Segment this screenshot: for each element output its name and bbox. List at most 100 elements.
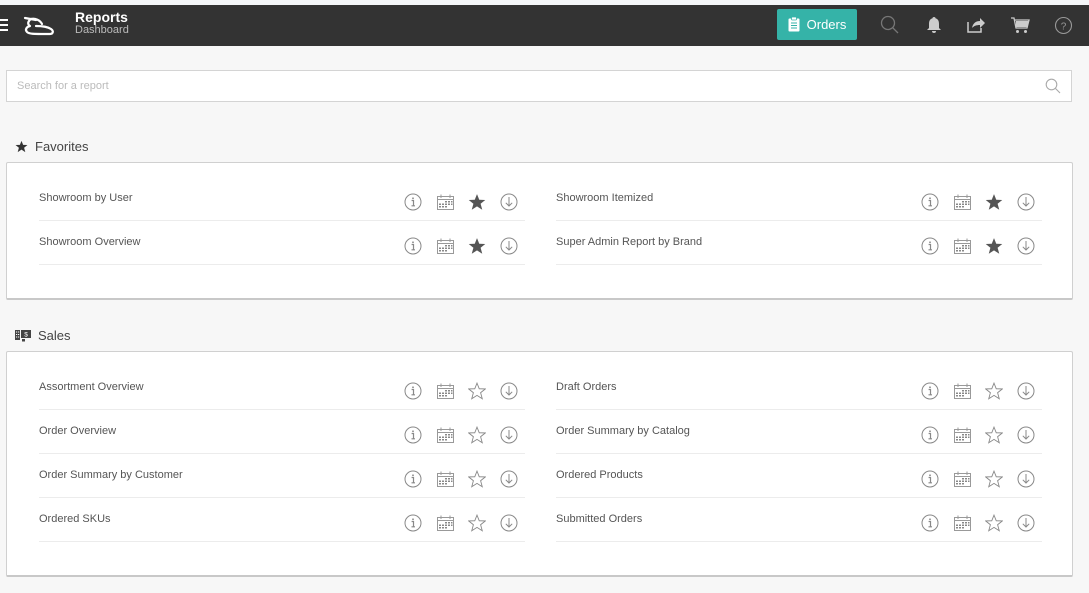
schedule-button[interactable] [429,192,461,212]
favorite-button[interactable] [978,425,1010,445]
download-button[interactable] [1010,513,1042,533]
report-name-link[interactable]: Draft Orders [556,381,617,393]
report-actions [397,381,525,401]
info-button[interactable] [914,469,946,489]
info-button[interactable] [397,469,429,489]
schedule-button[interactable] [946,469,978,489]
search-input[interactable] [7,71,1007,101]
help-icon[interactable]: ? [1053,15,1073,35]
download-icon [1017,470,1035,488]
favorite-button[interactable] [978,192,1010,212]
calendar-icon [953,194,971,210]
info-button[interactable] [914,236,946,256]
cart-icon[interactable] [1010,15,1030,35]
info-button[interactable] [914,425,946,445]
download-button[interactable] [1010,236,1042,256]
schedule-button[interactable] [429,469,461,489]
search-icon[interactable] [880,15,900,35]
report-name-link[interactable]: Super Admin Report by Brand [556,236,702,248]
star-icon [985,193,1003,211]
report-row: Order Overview [39,410,525,454]
report-name-link[interactable]: Showroom Itemized [556,192,653,204]
report-actions [397,425,525,445]
download-button[interactable] [493,192,525,212]
download-button[interactable] [493,381,525,401]
schedule-button[interactable] [946,513,978,533]
info-icon [404,193,422,211]
info-button[interactable] [397,381,429,401]
report-row: Showroom Itemized [556,177,1042,221]
schedule-button[interactable] [429,513,461,533]
info-icon [404,237,422,255]
download-button[interactable] [493,469,525,489]
info-icon [921,426,939,444]
download-button[interactable] [493,236,525,256]
menu-icon[interactable] [0,19,8,32]
report-name-link[interactable]: Ordered Products [556,469,643,481]
report-name-link[interactable]: Submitted Orders [556,513,642,525]
report-actions [914,469,1042,489]
info-button[interactable] [397,513,429,533]
section-header-sales: $ Sales [15,328,71,343]
favorite-button[interactable] [978,513,1010,533]
search-icon[interactable] [1045,78,1061,94]
schedule-button[interactable] [946,425,978,445]
favorite-button[interactable] [461,469,493,489]
report-name-link[interactable]: Order Summary by Customer [39,469,183,481]
favorite-button[interactable] [978,469,1010,489]
download-button[interactable] [1010,381,1042,401]
info-button[interactable] [397,192,429,212]
sales-panel: Assortment Overview Draft Orders Order Ove… [6,351,1073,577]
report-name-link[interactable]: Showroom Overview [39,236,140,248]
schedule-button[interactable] [946,381,978,401]
calendar-icon [436,194,454,210]
logo[interactable] [22,14,56,38]
info-button[interactable] [914,192,946,212]
download-icon [500,514,518,532]
schedule-button[interactable] [429,381,461,401]
report-actions [914,381,1042,401]
bell-icon[interactable] [924,15,944,35]
favorite-button[interactable] [461,425,493,445]
report-name-link[interactable]: Order Summary by Catalog [556,425,690,437]
report-name-link[interactable]: Order Overview [39,425,116,437]
schedule-button[interactable] [946,236,978,256]
report-name-link[interactable]: Assortment Overview [39,381,144,393]
report-name-link[interactable]: Ordered SKUs [39,513,111,525]
report-row: Ordered SKUs [39,498,525,542]
info-button[interactable] [397,425,429,445]
orders-button[interactable]: Orders [777,9,857,40]
download-button[interactable] [1010,469,1042,489]
download-button[interactable] [493,425,525,445]
report-actions [914,513,1042,533]
star-icon [468,193,486,211]
report-actions [914,192,1042,212]
info-button[interactable] [914,381,946,401]
schedule-button[interactable] [946,192,978,212]
info-icon [404,514,422,532]
calendar-icon [436,238,454,254]
calendar-icon [953,427,971,443]
download-button[interactable] [1010,425,1042,445]
favorite-button[interactable] [461,381,493,401]
star-icon [985,514,1003,532]
schedule-button[interactable] [429,425,461,445]
favorite-button[interactable] [461,192,493,212]
section-title: Sales [38,328,71,343]
favorite-button[interactable] [461,236,493,256]
download-button[interactable] [493,513,525,533]
favorite-button[interactable] [461,513,493,533]
download-icon [1017,193,1035,211]
page-title: Reports [75,9,128,25]
favorite-button[interactable] [978,381,1010,401]
schedule-button[interactable] [429,236,461,256]
info-button[interactable] [914,513,946,533]
report-row: Order Summary by Customer [39,454,525,498]
favorite-button[interactable] [978,236,1010,256]
report-name-link[interactable]: Showroom by User [39,192,133,204]
info-button[interactable] [397,236,429,256]
download-button[interactable] [1010,192,1042,212]
clipboard-icon [788,17,800,32]
share-icon[interactable] [966,15,986,35]
report-row: Ordered Products [556,454,1042,498]
